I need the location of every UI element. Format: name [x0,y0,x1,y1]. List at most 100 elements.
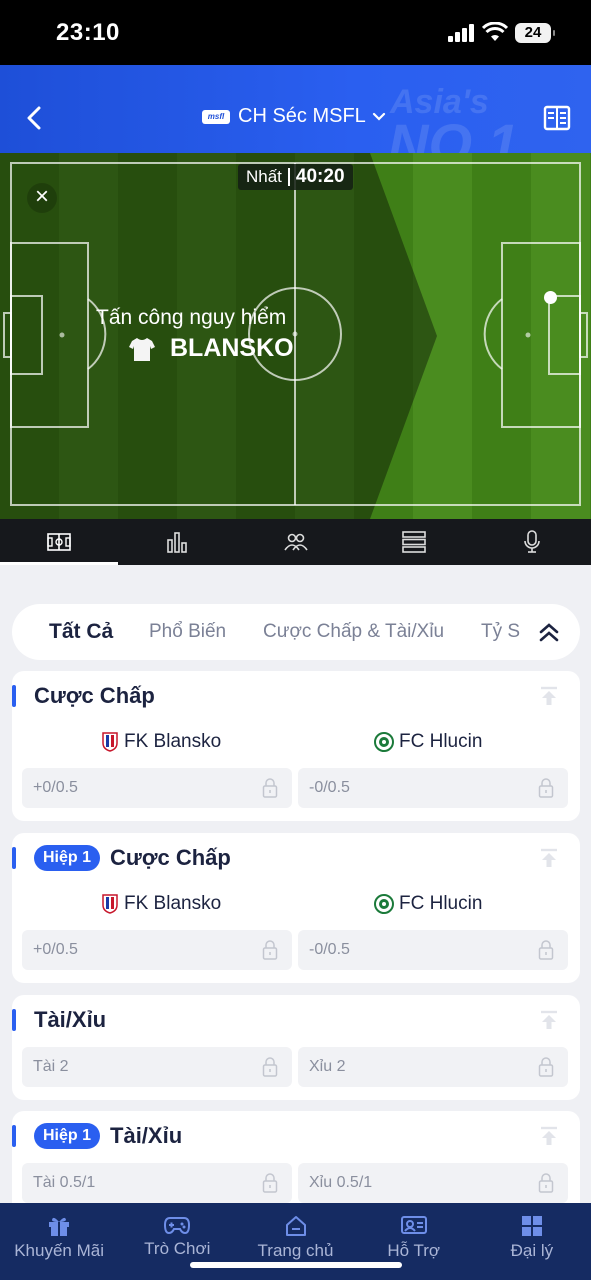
league-name: CH Séc MSFL [238,105,366,127]
team-names-row: FK Blansko FC Hlucin [12,893,580,917]
odds-value: +0/0.5 [33,941,78,958]
odds-button-over[interactable]: Tài 0.5/1 [22,1163,292,1203]
event-team: BLANSKO [128,334,294,363]
odds-button-under[interactable]: Xỉu 0.5/1 [298,1163,568,1203]
lock-icon [262,778,278,798]
filter-tab-handicap-overunder[interactable]: Cược Chấp & Tài/Xỉu [263,621,444,643]
odds-value: +0/0.5 [33,779,78,796]
market-title-text: Cược Chấp [34,683,155,708]
collapse-all-button[interactable] [531,618,567,646]
odds-value: Xỉu 2 [309,1058,346,1075]
market-filter-bar: Tất Cả Phổ Biến Cược Chấp & Tài/Xỉu Tỷ S [12,604,580,660]
match-clock: 40:20 [295,166,345,187]
odds-button-away[interactable]: -0/0.5 [298,930,568,970]
gift-icon [49,1217,70,1236]
nav-agent[interactable]: Đại lý [473,1203,591,1280]
hlucin-crest-icon [374,894,394,914]
odds-button-home[interactable]: +0/0.5 [22,768,292,808]
nav-promotions[interactable]: Khuyến Mãi [0,1203,118,1280]
timer-divider [287,168,290,186]
filter-tab-correct-score[interactable]: Tỷ S [481,621,520,643]
card-accent-bar [12,1125,16,1147]
odds-value: -0/0.5 [309,941,350,958]
cellular-signal-icon [448,24,474,42]
team-names-row: FK Blansko FC Hlucin [12,731,580,755]
lock-icon [538,1173,554,1193]
nav-label: Khuyến Mãi [14,1241,104,1260]
hlucin-crest-icon [374,732,394,752]
nav-support[interactable]: Hỗ Trợ [355,1203,473,1280]
stats-icon [167,532,188,553]
nav-home[interactable]: Trang chủ [236,1203,354,1280]
market-card-over-under: Tài/Xỉu Tài 2 Xỉu 2 [12,995,580,1100]
nav-label: Đại lý [510,1241,554,1260]
home-team-name: FK Blansko [124,731,222,752]
away-team: FC Hlucin [374,731,482,753]
period-pill: Hiệp 1 [34,1123,101,1149]
league-selector[interactable]: msfl CH Séc MSFL [202,105,386,128]
market-title-text: Tài/Xỉu [110,1123,183,1148]
pin-to-top-icon[interactable] [538,1125,560,1147]
jersey-icon [129,337,155,361]
tab-commentary[interactable] [473,519,591,565]
market-card-handicap: Cược Chấp FK Blansko FC Hlucin +0/0.5 -0… [12,671,580,821]
match-header: Asia's NO 1 msfl CH Séc MSFL [0,65,591,153]
away-team-name: FC Hlucin [399,731,483,752]
lock-icon [538,1057,554,1077]
odds-value: Tài 0.5/1 [33,1174,96,1191]
event-label: Tấn công nguy hiểm [96,306,287,329]
odds-value: Xỉu 0.5/1 [309,1174,373,1191]
pin-to-top-icon[interactable] [538,847,560,869]
tab-lineup[interactable] [236,519,354,565]
odds-button-home[interactable]: +0/0.5 [22,930,292,970]
home-team: FK Blansko [102,731,221,753]
close-tracker-button[interactable]: × [27,183,57,213]
filter-tab-all[interactable]: Tất Cả [49,620,113,644]
back-arrow-icon[interactable] [22,103,46,133]
lineup-icon [283,533,308,551]
event-team-name: BLANSKO [170,334,294,362]
filter-tab-popular[interactable]: Phổ Biến [149,621,226,643]
market-title-text: Tài/Xỉu [34,1007,107,1032]
live-pitch: × [0,153,591,519]
gamepad-icon [164,1217,191,1235]
card-accent-bar [12,685,16,707]
header-watermark-bottom: NO 1 [388,112,519,153]
lock-icon [538,940,554,960]
tab-stats[interactable] [118,519,236,565]
period-pill: Hiệp 1 [34,845,101,871]
battery-icon: 24 [515,23,555,43]
book-menu-icon[interactable] [543,105,571,131]
bottom-navigation: Khuyến Mãi Trò Chơi Trang chủ Hỗ Trợ Đại… [0,1203,591,1280]
market-title: Tài/Xỉu [34,1007,106,1033]
ball-position-marker [544,291,557,304]
market-title: Hiệp 1 Cược Chấp [34,845,231,871]
home-team-name: FK Blansko [124,893,222,914]
nav-label: Trang chủ [257,1241,334,1260]
status-time: 23:10 [56,19,120,46]
nav-label: Trò Chơi [144,1239,211,1258]
grid-icon [521,1216,542,1236]
home-icon [285,1216,306,1236]
lock-icon [262,1173,278,1193]
media-tabs [0,519,591,565]
pin-to-top-icon[interactable] [538,685,560,707]
match-timer: Nhất 40:20 [238,164,353,190]
field-icon [47,533,71,551]
status-bar: 23:10 24 [0,0,591,65]
odds-button-under[interactable]: Xỉu 2 [298,1047,568,1087]
odds-button-over[interactable]: Tài 2 [22,1047,292,1087]
card-accent-bar [12,847,16,869]
pin-to-top-icon[interactable] [538,1009,560,1031]
tab-field[interactable] [0,519,119,565]
market-title: Cược Chấp [34,683,155,709]
blansko-crest-icon [102,732,118,752]
odds-button-away[interactable]: -0/0.5 [298,768,568,808]
nav-games[interactable]: Trò Chơi [118,1203,236,1280]
league-logo: msfl [202,109,230,124]
list-icon [401,531,426,553]
nav-label: Hỗ Trợ [387,1241,441,1260]
tab-list[interactable] [355,519,473,565]
pitch-lines [0,153,588,519]
away-team: FC Hlucin [374,893,482,915]
